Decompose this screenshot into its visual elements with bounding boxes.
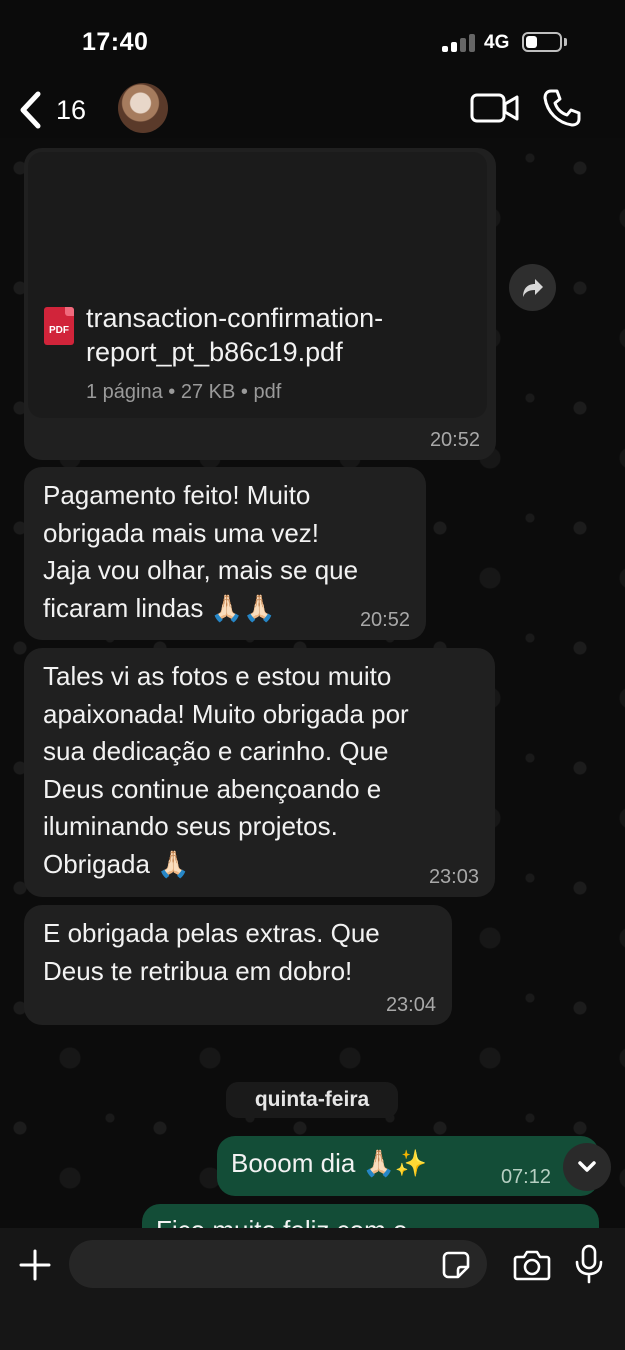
outgoing-message[interactable]: Booom dia 🙏🏻✨ 07:12: [217, 1136, 599, 1196]
signal-strength-icon: [442, 34, 476, 52]
attach-button[interactable]: [18, 1248, 52, 1282]
chevron-down-icon: [578, 1161, 596, 1172]
chat-header: 16: [0, 80, 625, 138]
outgoing-message-partial[interactable]: Fico muito feliz com o: [142, 1204, 599, 1228]
video-call-button[interactable]: [470, 92, 520, 124]
camera-icon: [513, 1250, 551, 1281]
message-time: 20:52: [429, 429, 480, 451]
phone-icon: [543, 89, 581, 127]
video-call-icon: [470, 93, 519, 123]
battery-tip: [564, 38, 567, 46]
incoming-message[interactable]: Pagamento feito! Muito obrigada mais uma…: [24, 467, 426, 640]
incoming-message[interactable]: Tales vi as fotos e estou muito apaixona…: [24, 648, 495, 897]
message-text: Tales vi as fotos e estou muito apaixona…: [43, 661, 409, 879]
microphone-button[interactable]: [574, 1244, 604, 1284]
message-input[interactable]: [69, 1240, 487, 1288]
status-time: 17:40: [82, 28, 149, 56]
document-message[interactable]: PDF transaction-confirmation- report_pt_…: [24, 148, 496, 460]
message-text: Booom dia 🙏🏻✨: [231, 1148, 428, 1178]
back-button[interactable]: 16: [18, 88, 98, 132]
plus-icon: [19, 1249, 51, 1281]
camera-button[interactable]: [513, 1248, 551, 1282]
voice-call-button[interactable]: [542, 88, 582, 128]
forward-button[interactable]: [509, 264, 556, 311]
contact-avatar[interactable]: [118, 83, 168, 133]
sticker-button[interactable]: [441, 1250, 471, 1280]
forward-icon: [522, 278, 543, 297]
message-time: 07:12: [500, 1166, 551, 1188]
status-bar: 17:40 4G: [0, 0, 625, 80]
input-bar: [0, 1228, 625, 1350]
scroll-to-bottom-button[interactable]: [563, 1143, 611, 1191]
battery-icon: [522, 32, 562, 52]
sticker-icon: [442, 1251, 470, 1279]
message-text: Pagamento feito! Muito obrigada mais uma…: [43, 480, 359, 623]
incoming-message[interactable]: E obrigada pelas extras. Que Deus te ret…: [24, 905, 452, 1025]
pdf-file-icon: PDF: [44, 307, 74, 345]
message-text: Fico muito feliz com o: [156, 1212, 407, 1228]
message-text: E obrigada pelas extras. Que Deus te ret…: [43, 918, 380, 986]
network-type: 4G: [484, 32, 510, 53]
message-time: 23:03: [428, 866, 479, 888]
message-time: 20:52: [359, 609, 410, 631]
document-preview[interactable]: PDF transaction-confirmation- report_pt_…: [28, 152, 487, 418]
date-separator: quinta-feira: [226, 1082, 398, 1118]
battery-level: [526, 36, 537, 48]
unread-count: 16: [56, 94, 87, 125]
message-time: 23:04: [385, 994, 436, 1016]
microphone-icon: [575, 1244, 603, 1284]
document-meta: 1 página • 27 KB • pdf: [86, 381, 282, 403]
back-chevron-icon: [20, 91, 41, 129]
document-file-name: transaction-confirmation- report_pt_b86c…: [86, 303, 384, 367]
